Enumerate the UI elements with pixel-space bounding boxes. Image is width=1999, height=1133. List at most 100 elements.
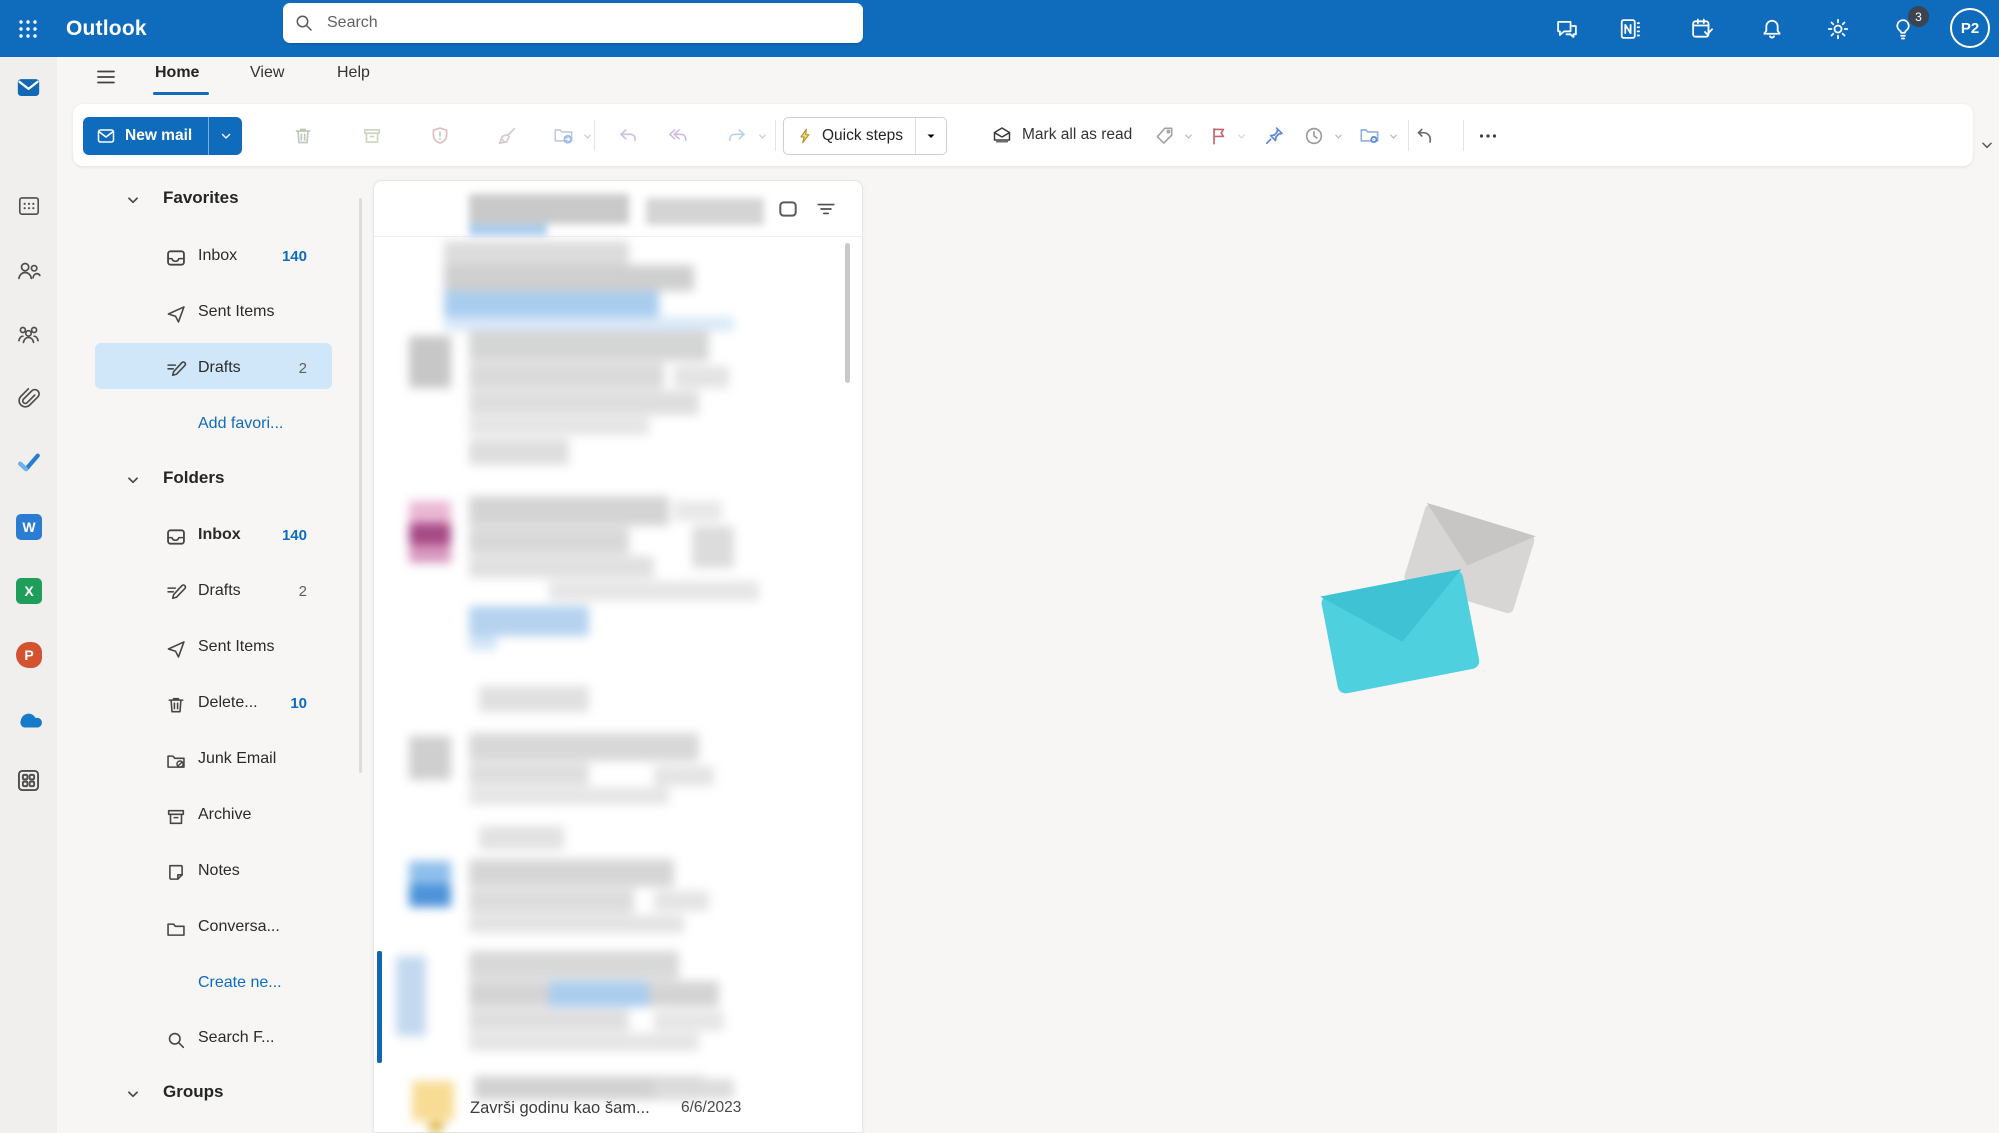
sidebar-item-archive[interactable]: Archive bbox=[57, 795, 373, 839]
sidebar-item-sent-items[interactable]: Sent Items bbox=[57, 627, 373, 671]
quick-steps-button[interactable]: Quick steps bbox=[783, 117, 947, 155]
lightning-bolt-icon bbox=[796, 127, 814, 145]
favorites-header[interactable]: Favorites bbox=[57, 178, 373, 222]
reply-all-icon[interactable] bbox=[664, 122, 692, 150]
todo-module-icon[interactable] bbox=[0, 447, 57, 477]
search-bar[interactable] bbox=[283, 3, 863, 43]
snooze-clock-icon[interactable] bbox=[1301, 123, 1327, 149]
rules-folder-icon[interactable] bbox=[1356, 122, 1384, 150]
send-icon bbox=[163, 636, 189, 662]
inbox-icon bbox=[163, 245, 189, 271]
folder-pane-scrollbar[interactable] bbox=[359, 198, 362, 773]
sweep-broom-icon[interactable] bbox=[494, 123, 520, 149]
forward-icon[interactable] bbox=[723, 122, 751, 150]
tips-badge: 3 bbox=[1908, 6, 1929, 27]
message-list-scrollbar[interactable] bbox=[845, 243, 850, 383]
new-mail-envelope-icon bbox=[96, 126, 116, 146]
sidebar-item-deleted-items[interactable]: Delete... 10 bbox=[57, 683, 373, 727]
notifications-bell-icon[interactable] bbox=[1752, 0, 1792, 57]
calendar-module-icon[interactable] bbox=[0, 191, 57, 221]
mark-all-read-button[interactable]: Mark all as read bbox=[991, 117, 1132, 153]
chevron-down-icon bbox=[123, 190, 143, 210]
search-icon bbox=[283, 3, 325, 43]
report-shield-icon[interactable] bbox=[427, 123, 453, 149]
search-folder-icon bbox=[163, 1027, 189, 1053]
inbox-icon bbox=[163, 524, 189, 550]
files-paperclip-icon[interactable] bbox=[0, 383, 57, 413]
tab-help[interactable]: Help bbox=[337, 64, 370, 90]
rules-chevron-icon[interactable] bbox=[1386, 129, 1400, 143]
tag-chevron-icon[interactable] bbox=[1181, 129, 1195, 143]
more-options-icon[interactable] bbox=[1473, 123, 1503, 149]
add-favorite-link[interactable]: Add favori... bbox=[57, 404, 373, 448]
reply-icon[interactable] bbox=[614, 122, 642, 150]
snooze-chevron-icon[interactable] bbox=[1331, 129, 1345, 143]
sidebar-item-conversation-history[interactable]: Conversa... bbox=[57, 907, 373, 951]
sidebar-item-inbox-favorite[interactable]: Inbox 140 bbox=[57, 236, 373, 280]
reading-pane: Select an item to read Nothing is select… bbox=[864, 166, 1999, 1133]
note-icon bbox=[163, 860, 189, 886]
tab-view[interactable]: View bbox=[250, 64, 284, 90]
toolbar-divider bbox=[1463, 120, 1464, 151]
sidebar-item-inbox[interactable]: Inbox 140 bbox=[57, 515, 373, 559]
message-row-partial[interactable]: Završi godinu kao šam... 6/6/2023 bbox=[470, 1099, 850, 1118]
onedrive-app-icon[interactable] bbox=[0, 705, 57, 735]
settings-gear-icon[interactable] bbox=[1818, 0, 1858, 57]
collapse-ribbon-chevron-icon[interactable] bbox=[1978, 136, 1996, 154]
word-app-icon[interactable]: W bbox=[16, 514, 42, 540]
toolbar-divider bbox=[1408, 120, 1409, 151]
mail-module-icon[interactable] bbox=[0, 72, 57, 102]
archive-icon[interactable] bbox=[359, 123, 385, 149]
toolbar-divider bbox=[594, 120, 595, 151]
move-to-chevron-icon[interactable] bbox=[580, 129, 594, 143]
sidebar-item-drafts[interactable]: Drafts 2 bbox=[57, 571, 373, 615]
app-title: Outlook bbox=[66, 0, 147, 57]
sidebar-item-search-folders[interactable]: Search F... bbox=[57, 1018, 373, 1062]
people-module-icon[interactable] bbox=[0, 255, 57, 285]
mark-read-envelope-icon bbox=[991, 124, 1013, 146]
teams-chat-icon[interactable] bbox=[1547, 0, 1587, 57]
pin-icon[interactable] bbox=[1261, 123, 1287, 149]
new-mail-dropdown[interactable] bbox=[208, 117, 242, 155]
redacted-message-rows bbox=[374, 236, 840, 1132]
selected-message-indicator bbox=[377, 951, 382, 1063]
archive-icon bbox=[163, 804, 189, 830]
folders-header[interactable]: Folders bbox=[57, 458, 373, 502]
sidebar-item-sent-favorite[interactable]: Sent Items bbox=[57, 292, 373, 336]
new-mail-label: New mail bbox=[125, 127, 192, 145]
message-subject: Završi godinu kao šam... bbox=[470, 1099, 650, 1117]
excel-app-icon[interactable]: X bbox=[16, 578, 42, 604]
more-apps-grid-icon[interactable] bbox=[0, 765, 57, 795]
flag-chevron-icon[interactable] bbox=[1234, 129, 1248, 143]
new-mail-button[interactable]: New mail bbox=[83, 117, 242, 155]
groups-header[interactable]: Groups bbox=[57, 1072, 373, 1116]
create-new-folder-link[interactable]: Create ne... bbox=[57, 963, 373, 1007]
ribbon-toolbar: New mail bbox=[73, 104, 1973, 166]
onenote-feed-icon[interactable] bbox=[1610, 0, 1650, 57]
send-icon bbox=[163, 301, 189, 327]
mark-all-read-label: Mark all as read bbox=[1022, 126, 1132, 144]
account-avatar[interactable]: P2 bbox=[1950, 8, 1990, 48]
app-launcher-waffle-icon[interactable] bbox=[8, 0, 48, 57]
junk-folder-icon bbox=[163, 748, 189, 774]
hamburger-menu-icon[interactable] bbox=[90, 62, 122, 92]
powerpoint-app-icon[interactable]: P bbox=[16, 642, 42, 668]
forward-chevron-icon[interactable] bbox=[755, 129, 769, 143]
message-list-pane: Završi godinu kao šam... 6/6/2023 bbox=[373, 180, 863, 1133]
chevron-down-icon bbox=[123, 470, 143, 490]
undo-icon[interactable] bbox=[1411, 123, 1437, 149]
sidebar-item-junk-email[interactable]: Junk Email bbox=[57, 739, 373, 783]
search-input[interactable] bbox=[325, 13, 809, 33]
categorize-tag-icon[interactable] bbox=[1151, 123, 1177, 149]
folder-icon bbox=[163, 916, 189, 942]
my-day-icon[interactable] bbox=[1682, 0, 1722, 57]
move-to-folder-icon[interactable] bbox=[550, 122, 578, 150]
delete-icon[interactable] bbox=[290, 123, 316, 149]
groups-module-icon[interactable] bbox=[0, 319, 57, 349]
flag-icon[interactable] bbox=[1206, 123, 1232, 149]
sidebar-item-notes[interactable]: Notes bbox=[57, 851, 373, 895]
outlook-window: Outlook bbox=[0, 0, 1999, 1133]
quick-steps-chevron-icon[interactable] bbox=[915, 118, 946, 154]
tab-home[interactable]: Home bbox=[155, 64, 199, 90]
redacted-list-tabs bbox=[374, 181, 844, 236]
